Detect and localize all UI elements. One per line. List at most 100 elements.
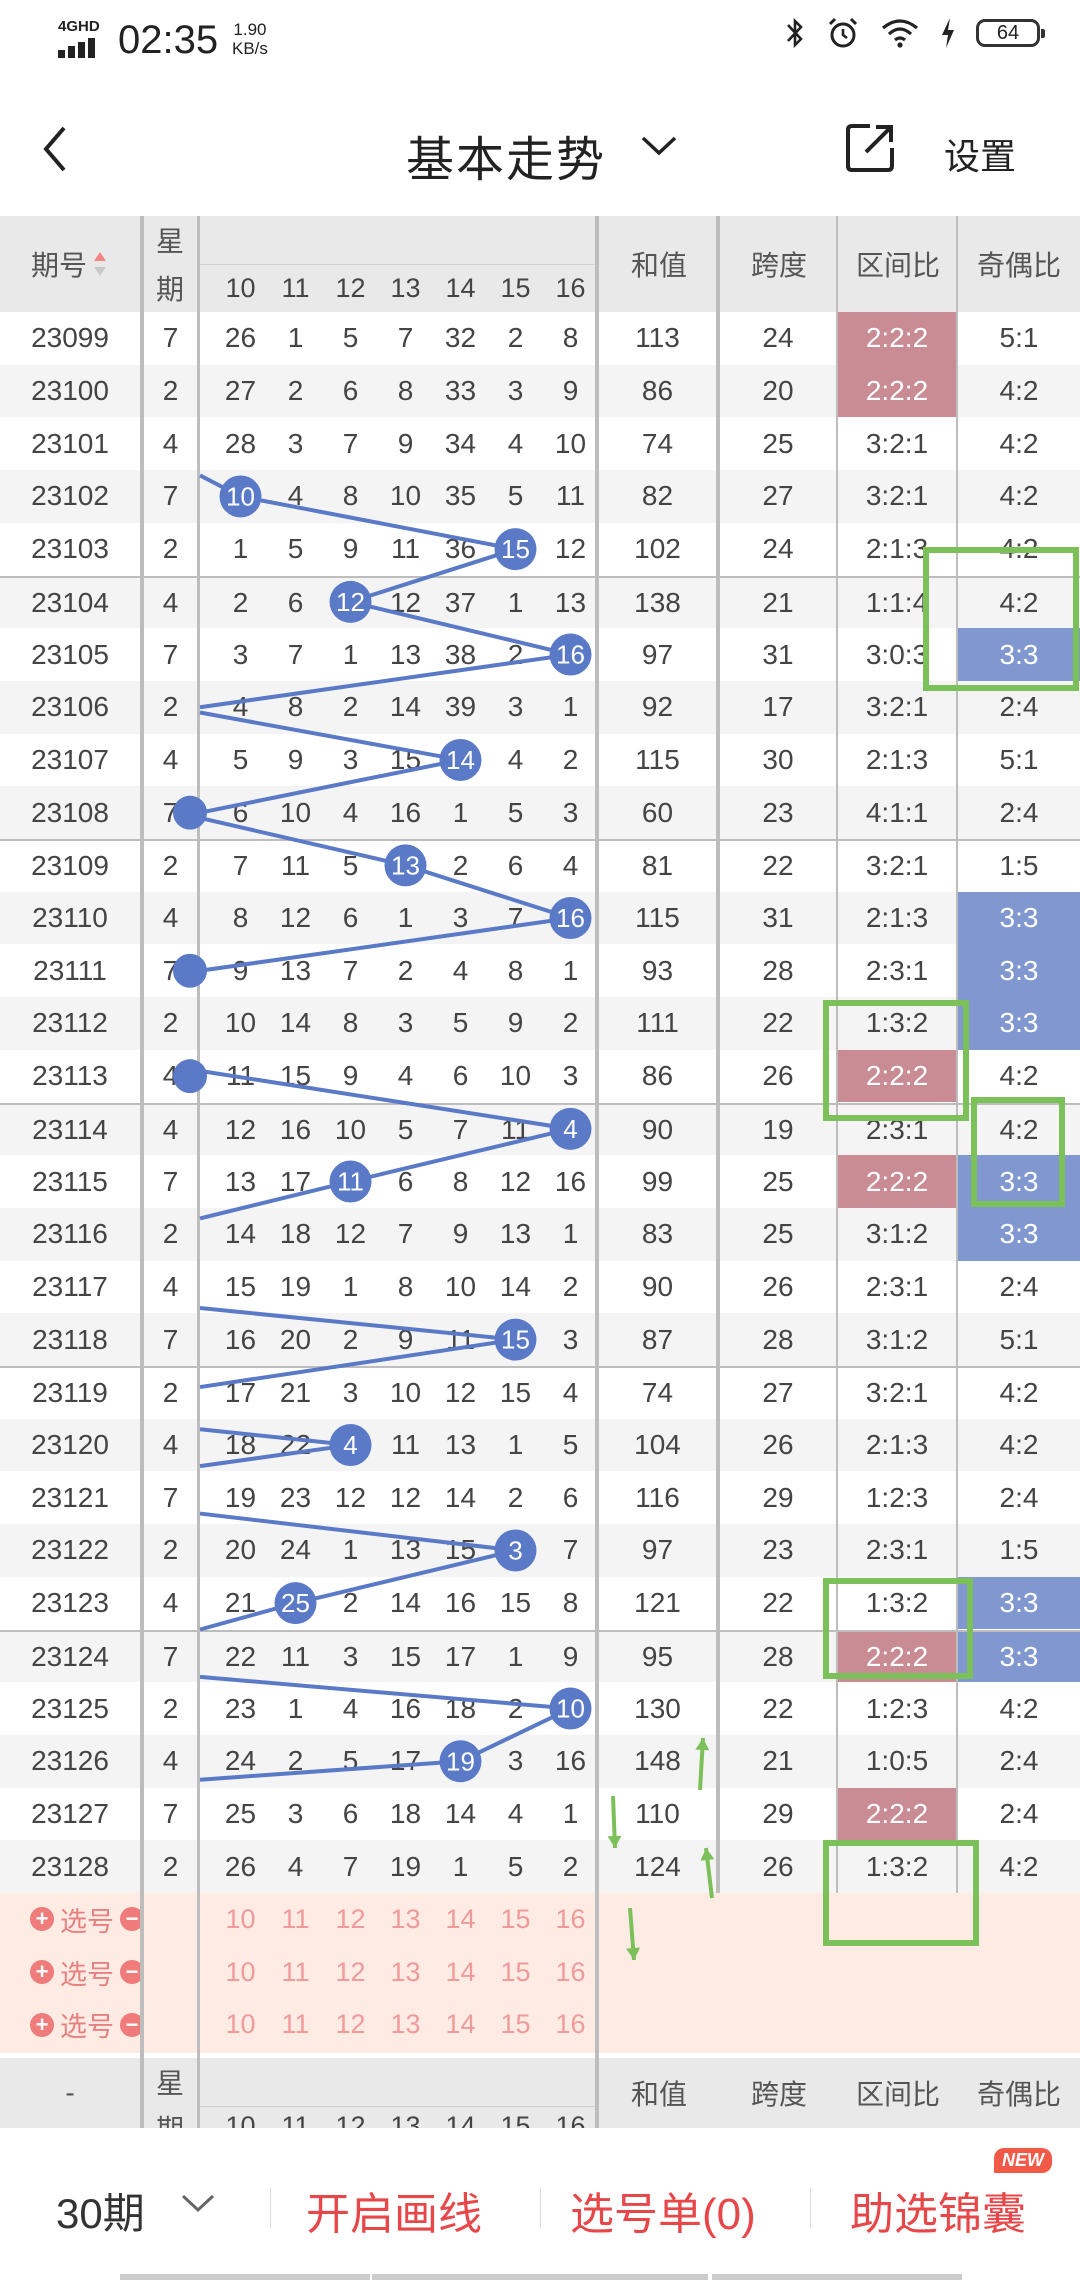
zone-ratio-cell: 3:2:1 [865,850,929,882]
chevron-down-icon[interactable] [180,2192,216,2214]
pick-number[interactable]: 15 [488,1893,543,1946]
number-cell: 7 [507,902,524,934]
span-cell: 24 [762,533,794,565]
plus-icon[interactable]: + [30,1960,54,1985]
number-cell: 1 [452,1850,469,1882]
net-speed: 1.90 KB/s [232,20,268,58]
period-select[interactable]: 30期 [56,2180,145,2241]
span-cell: 28 [762,1323,794,1355]
pick-number[interactable]: 13 [378,1998,433,2051]
odd-even-cell: 4:2 [999,586,1039,618]
number-cell: 9 [507,1007,524,1039]
settings-button[interactable]: 设置 [944,128,1016,180]
number-cell: 14 [224,1218,257,1250]
pick-number[interactable]: 13 [378,1946,433,1999]
header-num-15: 15 [500,272,531,303]
pick-list-button[interactable]: 选号单(0) [570,2178,756,2242]
table-row: 23099 7 26 1 5 7 32 2 8 113 24 2:2:2 5:1 [0,312,1080,365]
pick-number[interactable]: 14 [433,1998,488,2051]
span-cell: 28 [762,954,794,986]
net-speed-unit: KB/s [232,39,268,58]
number-cell: 1 [562,954,579,986]
sum-cell: 87 [641,1323,674,1355]
draw-line-button[interactable]: 开启画线 [306,2178,482,2242]
pick-control[interactable]: + 选号 − [30,1893,144,1946]
number-cell: 9 [287,743,304,775]
network-type: 4GHD [58,18,100,35]
odd-even-cell: 3:3 [958,628,1080,681]
number-cell: 1 [452,796,469,828]
pick-row: + 选号 − 10 11 12 13 14 15 16 [0,1998,1080,2051]
plus-icon[interactable]: + [30,2012,54,2037]
pick-number[interactable]: 10 [213,1946,268,1999]
week-cell: 2 [162,691,179,723]
pick-control[interactable]: + 选号 − [30,1946,144,1999]
pick-number[interactable]: 11 [268,1893,323,1946]
pick-number[interactable]: 12 [323,1946,378,1999]
share-icon[interactable] [842,120,898,176]
number-cell: 9 [232,954,249,986]
issue-cell: 23125 [31,1692,109,1724]
table-row: 23113 4 11 15 9 4 6 10 3 86 26 2:2:2 4:2 [0,1049,1080,1103]
table-row: 23100 2 27 2 6 8 33 3 9 86 20 2:2:2 4:2 [0,364,1080,418]
number-cell: 4 [562,1377,579,1409]
pick-number[interactable]: 14 [433,1946,488,1999]
pick-number[interactable]: 12 [323,1893,378,1946]
chevron-down-icon[interactable] [640,134,678,158]
odd-even-cell: 5:1 [999,1323,1039,1355]
number-cell: 4 [452,954,469,986]
number-cell: 1 [507,1429,524,1461]
pick-number[interactable]: 16 [543,1946,598,1999]
issue-cell: 23103 [31,533,109,565]
pick-number[interactable]: 10 [213,1893,268,1946]
table-row: 23104 4 2 6 12 37 1 13 138 21 1:1:4 4:2 [0,575,1080,629]
pick-number[interactable]: 16 [543,1893,598,1946]
week-cell: 7 [162,796,179,828]
plus-icon[interactable]: + [30,1907,54,1932]
pick-number[interactable]: 15 [488,1946,543,1999]
pick-number[interactable]: 10 [213,1998,268,2051]
odd-even-cell: 2:4 [999,1797,1039,1829]
odd-even-cell: 2:4 [999,691,1039,723]
number-cell: 1 [342,638,359,670]
number-cell: 3 [562,796,579,828]
number-cell: 6 [342,1797,359,1829]
sum-cell: 99 [641,1165,674,1197]
number-cell: 1 [507,1640,524,1672]
helper-button[interactable]: 助选锦囊 [850,2178,1026,2242]
number-cell: 39 [444,691,477,723]
number-cell: 3 [452,902,469,934]
pick-number[interactable]: 16 [543,1998,598,2051]
table-row: 23126 4 24 2 5 17 3 16 148 21 1:0:5 2:4 [0,1734,1080,1788]
pick-number[interactable]: 11 [268,1998,323,2051]
pick-control[interactable]: + 选号 − [30,1998,144,2051]
pick-number[interactable]: 12 [323,1998,378,2051]
number-cell: 22 [224,1640,257,1672]
sum-cell: 121 [634,1587,681,1619]
nav-bar: 基本走势 设置 [0,80,1080,216]
span-cell: 26 [762,1429,794,1461]
week-cell: 4 [162,743,179,775]
odd-even-cell: 4:2 [999,533,1039,565]
footer-num-10: 10 [225,2110,256,2129]
number-cell: 8 [562,322,579,354]
zone-ratio-cell: 2:2:2 [838,1787,956,1841]
number-cell: 11 [390,1429,421,1461]
pick-number[interactable]: 11 [268,1946,323,1999]
page-title[interactable]: 基本走势 [406,120,606,190]
number-cell: 11 [445,1323,476,1355]
header-num-11: 11 [281,272,310,303]
number-cell: 6 [507,850,524,882]
header-num-10: 10 [225,272,256,303]
zone-ratio-cell: 3:2:1 [865,1377,929,1409]
header-issue[interactable]: 期号 [0,216,140,312]
odd-even-cell: 2:4 [999,1745,1039,1777]
pick-number[interactable]: 15 [488,1998,543,2051]
table-row: 23111 7 9 13 7 2 4 8 1 93 28 2:3:1 3:3 [0,944,1080,998]
back-icon[interactable] [40,124,70,174]
footer-span: 跨度 [750,2079,807,2110]
pick-number[interactable]: 14 [433,1893,488,1946]
number-cell: 5 [452,1007,469,1039]
pick-number[interactable]: 13 [378,1893,433,1946]
pick-label: 选号 [60,1906,114,1937]
